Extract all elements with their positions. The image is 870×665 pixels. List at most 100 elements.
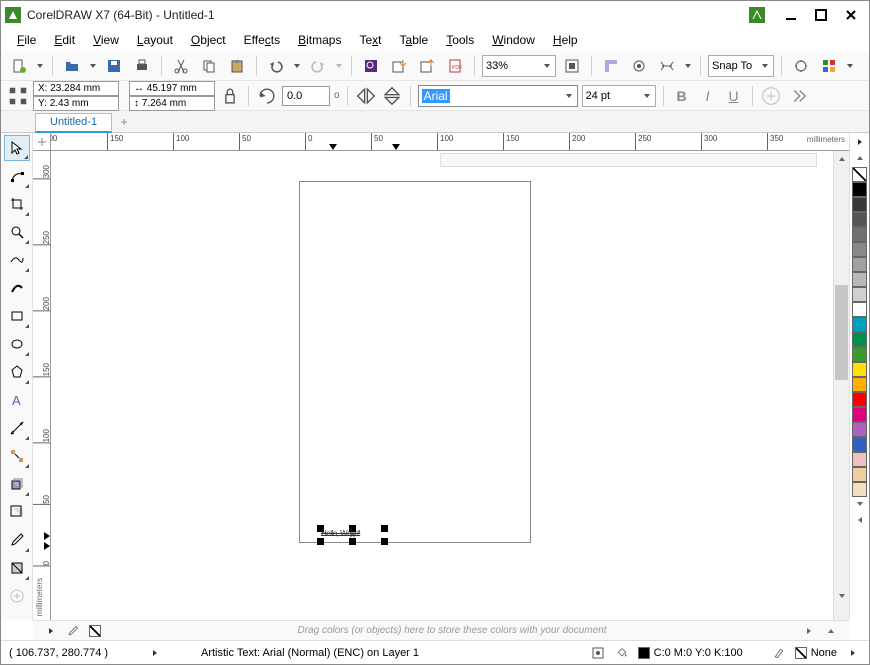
color-swatch[interactable]	[852, 392, 867, 407]
menu-table[interactable]: Table	[392, 31, 437, 49]
color-swatch[interactable]	[852, 347, 867, 362]
palette-scroll-down[interactable]	[853, 497, 867, 511]
color-swatch[interactable]	[852, 227, 867, 242]
export-button[interactable]	[415, 54, 439, 78]
undo-button[interactable]	[264, 54, 288, 78]
rotation-field[interactable]: 0.0	[282, 86, 330, 106]
minimize-button[interactable]	[777, 5, 805, 25]
menu-edit[interactable]: Edit	[46, 31, 83, 49]
color-swatch[interactable]	[852, 437, 867, 452]
color-swatch[interactable]	[852, 452, 867, 467]
promo-icon[interactable]	[749, 7, 765, 23]
color-swatch[interactable]	[852, 467, 867, 482]
cut-button[interactable]	[169, 54, 193, 78]
width-field[interactable]: ↔ 45.197 mm	[129, 81, 215, 96]
outline-icon[interactable]	[771, 645, 787, 661]
polygon-tool[interactable]	[4, 359, 30, 385]
ellipse-tool[interactable]	[4, 331, 30, 357]
menu-view[interactable]: View	[85, 31, 127, 49]
shape-tool[interactable]	[4, 163, 30, 189]
document-tab[interactable]: Untitled-1	[35, 113, 112, 133]
scroll-down-button[interactable]	[834, 588, 849, 604]
italic-button[interactable]: I	[697, 85, 719, 107]
horizontal-scrollbar[interactable]	[440, 153, 817, 167]
menu-file[interactable]: File	[9, 31, 44, 49]
transparency-tool[interactable]	[4, 499, 30, 525]
ruler-origin[interactable]	[33, 133, 51, 151]
save-button[interactable]	[102, 54, 126, 78]
menu-layout[interactable]: Layout	[129, 31, 181, 49]
menu-object[interactable]: Object	[183, 31, 234, 49]
selection-handle[interactable]	[317, 525, 324, 532]
print-button[interactable]	[130, 54, 154, 78]
paste-button[interactable]	[225, 54, 249, 78]
color-swatch[interactable]	[852, 182, 867, 197]
palette-scroll-up[interactable]	[853, 151, 867, 165]
add-tab-button[interactable]: +	[116, 114, 132, 130]
search-content-button[interactable]	[359, 54, 383, 78]
selection-handle[interactable]	[381, 525, 388, 532]
drawing-canvas[interactable]: Hello, World! ✕	[51, 151, 849, 620]
show-rulers-button[interactable]	[599, 54, 623, 78]
import-button[interactable]	[387, 54, 411, 78]
scroll-thumb[interactable]	[835, 285, 848, 380]
dimension-tool[interactable]	[4, 415, 30, 441]
open-dropdown[interactable]	[88, 62, 98, 70]
effects-tool[interactable]	[4, 471, 30, 497]
font-size-combo[interactable]: 24 pt	[582, 85, 656, 107]
menu-tools[interactable]: Tools	[438, 31, 482, 49]
color-swatch[interactable]	[852, 317, 867, 332]
color-swatch[interactable]	[852, 422, 867, 437]
eyedropper-icon[interactable]	[65, 623, 81, 639]
quick-customize-button[interactable]	[4, 583, 30, 609]
show-guidelines-button[interactable]	[655, 54, 679, 78]
publish-pdf-button[interactable]: PDF	[443, 54, 467, 78]
redo-dropdown[interactable]	[334, 62, 344, 70]
status-menu-button[interactable]	[845, 645, 861, 661]
color-swatch[interactable]	[852, 212, 867, 227]
mirror-vertical-button[interactable]	[381, 85, 403, 107]
palette-menu-button[interactable]	[853, 135, 867, 149]
show-grid-button[interactable]	[627, 54, 651, 78]
rectangle-tool[interactable]	[4, 303, 30, 329]
open-button[interactable]	[60, 54, 84, 78]
menu-help[interactable]: Help	[545, 31, 586, 49]
overflow-button[interactable]	[786, 85, 808, 107]
menu-effects[interactable]: Effects	[236, 31, 288, 49]
font-combo[interactable]: Arial	[418, 85, 578, 107]
menu-bitmaps[interactable]: Bitmaps	[290, 31, 349, 49]
text-tool[interactable]: A	[4, 387, 30, 413]
eyedropper-tool[interactable]	[4, 527, 30, 553]
x-field[interactable]: X: 23.284 mm	[33, 81, 119, 96]
zoom-combo[interactable]: 33%	[482, 55, 556, 77]
new-dropdown[interactable]	[35, 62, 45, 70]
color-swatch[interactable]	[852, 407, 867, 422]
freehand-tool[interactable]	[4, 247, 30, 273]
color-swatch[interactable]	[852, 377, 867, 392]
pick-tool[interactable]	[4, 135, 30, 161]
lock-ratio-button[interactable]	[219, 85, 241, 107]
color-swatch[interactable]	[852, 362, 867, 377]
y-field[interactable]: Y: 2.43 mm	[33, 96, 119, 111]
outline-swatch[interactable]	[795, 647, 807, 659]
object-details-icon[interactable]	[590, 645, 606, 661]
color-swatch[interactable]	[852, 242, 867, 257]
fill-swatch[interactable]	[638, 647, 650, 659]
artistic-text-object[interactable]: Hello, World! ✕	[321, 529, 360, 538]
new-button[interactable]	[7, 54, 31, 78]
app-launcher-button[interactable]	[817, 54, 841, 78]
vertical-scrollbar[interactable]	[833, 151, 849, 620]
fill-icon[interactable]	[614, 645, 630, 661]
selection-handle[interactable]	[317, 538, 324, 545]
bold-button[interactable]: B	[671, 85, 693, 107]
snap-combo[interactable]: Snap To	[708, 55, 774, 77]
color-swatch[interactable]	[852, 482, 867, 497]
selection-handle[interactable]	[381, 538, 388, 545]
color-swatch[interactable]	[852, 332, 867, 347]
close-button[interactable]	[837, 5, 865, 25]
doc-palette-scroll-right[interactable]	[801, 623, 817, 639]
fill-tool[interactable]	[4, 555, 30, 581]
zoom-tool[interactable]	[4, 219, 30, 245]
add-button[interactable]	[760, 85, 782, 107]
underline-button[interactable]: U	[723, 85, 745, 107]
